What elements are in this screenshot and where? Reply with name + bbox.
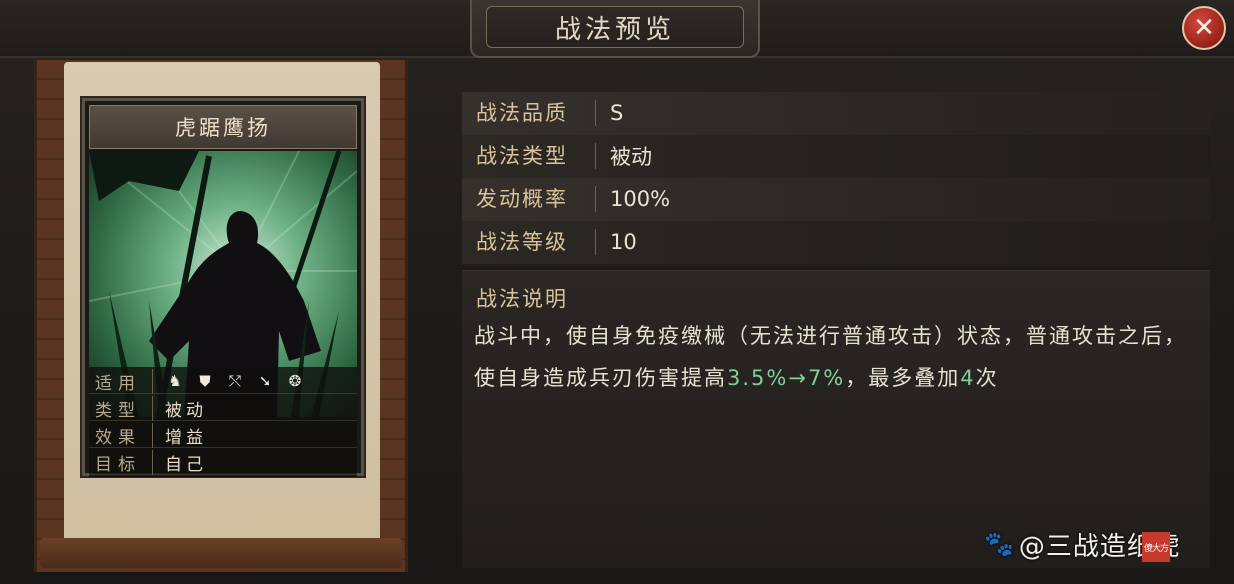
close-icon: ✕	[1193, 13, 1215, 43]
stat-label: 效果	[89, 422, 153, 448]
stat-value: 自己	[165, 454, 207, 475]
card-title-bar: 虎踞鹰扬	[89, 105, 357, 149]
stat-value: 增益	[165, 427, 207, 448]
stat-row-applicable: 适用 ♞ ⛊ ⤲ ➘ ❂	[89, 368, 357, 394]
watermark-stamp: 傻大方	[1142, 532, 1170, 562]
info-value: 被动	[610, 145, 652, 169]
cavalry-icon: ♞	[168, 372, 182, 390]
stat-row-type: 类型 被动	[89, 395, 357, 421]
troop-type-icons: ♞ ⛊ ⤲ ➘ ❂	[153, 371, 305, 391]
vehicle-icon: ❂	[288, 372, 302, 390]
top-bar: 战法预览 ✕	[0, 0, 1234, 58]
description-text-part: ，最多叠加	[845, 366, 961, 390]
stat-label: 类型	[89, 395, 153, 421]
info-row-level: 战法等级 10	[462, 221, 1210, 264]
scroll-rod	[40, 538, 402, 568]
title-plate: 战法预览	[470, 0, 760, 58]
card-stats: 适用 ♞ ⛊ ⤲ ➘ ❂ 类型 被动 效果 增益 目标 自己	[89, 367, 357, 477]
description-text: 战斗中，使自身免疫缴械（无法进行普通攻击）状态，普通攻击之后，使自身造成兵刃伤害…	[474, 315, 1194, 399]
stat-row-target: 目标 自己	[89, 449, 357, 475]
info-value: 10	[610, 230, 637, 254]
bow-icon: ⤲	[228, 372, 241, 390]
skill-card: 虎踞鹰扬 适用 ♞ ⛊ ⤲ ➘ ❂ 类型 被动 效果 增益 目标 自己	[82, 98, 364, 477]
stat-label: 适用	[89, 368, 153, 394]
stack-count-highlight: 4	[960, 366, 976, 390]
close-button[interactable]: ✕	[1182, 6, 1226, 50]
info-row-quality: 战法品质 S	[462, 92, 1210, 135]
info-row-type: 战法类型 被动	[462, 135, 1210, 178]
spear-icon: ➘	[258, 372, 272, 390]
skill-name: 虎踞鹰扬	[175, 116, 271, 140]
info-label: 发动概率	[462, 186, 596, 212]
info-value: 100%	[610, 187, 671, 211]
damage-range-highlight: 3.5%→7%	[727, 366, 846, 390]
stat-label: 目标	[89, 449, 153, 475]
shield-icon: ⛊	[199, 372, 211, 390]
info-label: 战法品质	[462, 100, 596, 126]
description-text-part: 次	[975, 366, 999, 390]
stat-value: 被动	[165, 400, 207, 421]
watermark-stamp-text: 傻大方	[1143, 543, 1169, 554]
info-value: S	[610, 101, 624, 125]
info-label: 战法等级	[462, 229, 596, 255]
page-title: 战法预览	[554, 14, 675, 45]
info-label: 战法类型	[462, 143, 596, 169]
title-plate-inner: 战法预览	[486, 6, 744, 48]
skill-info-table: 战法品质 S 战法类型 被动 发动概率 100% 战法等级 10	[462, 92, 1210, 264]
paw-icon: 🐾	[984, 530, 1015, 558]
stat-row-effect: 效果 增益	[89, 422, 357, 448]
description-label: 战法说明	[476, 287, 568, 311]
skill-preview-screen: 战法预览 ✕ 虎踞鹰扬 适用 ♞ ⛊ ⤲ ➘ ❂ 类型 被动 效果 增益 目标 …	[0, 0, 1234, 584]
info-row-trigger-rate: 发动概率 100%	[462, 178, 1210, 221]
